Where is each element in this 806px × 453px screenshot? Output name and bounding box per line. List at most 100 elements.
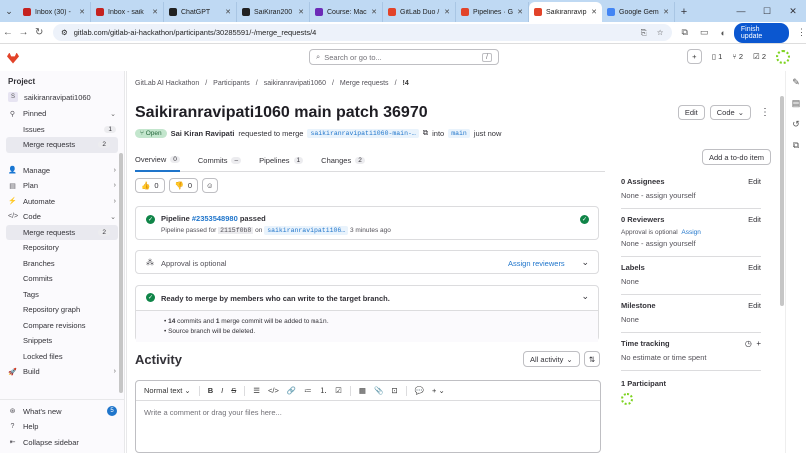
- sidebar-item-issues[interactable]: Issues 1: [0, 122, 124, 138]
- main-scrollbar[interactable]: [780, 96, 784, 306]
- sidebar-item-repository[interactable]: Repository: [0, 240, 124, 256]
- chevron-down-icon[interactable]: ⌄: [581, 291, 589, 302]
- todo-count-button[interactable]: ☑ 2: [753, 52, 766, 61]
- code-dropdown-button[interactable]: Code ⌄: [709, 105, 751, 120]
- sidebar-item-repository-graph[interactable]: Repository graph: [0, 302, 124, 318]
- sidebar-item-plan[interactable]: ▤ Plan ›: [0, 178, 124, 194]
- more-insert-icon[interactable]: + ⌄: [432, 386, 445, 395]
- site-info-icon[interactable]: ⚙: [61, 28, 68, 37]
- sidebar-item-automate[interactable]: ⚡ Automate ›: [0, 194, 124, 210]
- sidebar-scrollbar[interactable]: [119, 153, 123, 393]
- back-icon[interactable]: ←: [0, 27, 16, 38]
- pipeline-branch-link[interactable]: saikiranravipati106…: [264, 226, 349, 235]
- thumbs-up-button[interactable]: 👍 0: [135, 178, 165, 193]
- sidebar-item-snippets[interactable]: Snippets: [0, 333, 124, 349]
- add-todo-button[interactable]: Add a to-do item: [701, 149, 771, 165]
- browser-tab[interactable]: ChatGPT ✕: [164, 2, 237, 22]
- attach-icon[interactable]: 📎: [374, 386, 383, 395]
- comment-template-icon[interactable]: 💬: [415, 386, 424, 395]
- pipeline-id-link[interactable]: #2353548980: [192, 214, 238, 223]
- extensions-icon[interactable]: ⧉: [682, 27, 688, 38]
- browser-tab[interactable]: Saikiranravip ✕: [529, 2, 602, 22]
- project-switcher[interactable]: S saikiranravipati1060: [0, 88, 124, 106]
- bullet-list-icon[interactable]: ≔: [304, 386, 312, 395]
- sidebar-item-manage[interactable]: 👤 Manage ›: [0, 163, 124, 179]
- browser-tab[interactable]: Inbox (30) - ✕: [18, 2, 91, 22]
- sort-direction-button[interactable]: ⇅: [584, 351, 600, 367]
- reviewers-assign-link[interactable]: Assign: [681, 229, 701, 236]
- tab-close-icon[interactable]: ✕: [517, 8, 523, 16]
- assignees-value[interactable]: None - assign yourself: [621, 191, 761, 200]
- table-icon[interactable]: ▦: [359, 386, 366, 395]
- labels-edit-button[interactable]: Edit: [748, 263, 761, 272]
- chevron-down-icon[interactable]: ⌄: [581, 257, 589, 268]
- pipeline-stage-status-icon[interactable]: ✓: [580, 215, 589, 224]
- browser-tab[interactable]: Google Gem ✕: [602, 2, 675, 22]
- task-list-icon[interactable]: ☑: [335, 386, 342, 395]
- notes-icon[interactable]: ▤: [792, 98, 801, 109]
- sidebar-item-branches[interactable]: Branches: [0, 256, 124, 272]
- copy-icon[interactable]: ⧉: [793, 140, 799, 151]
- history-icon[interactable]: ↺: [792, 119, 800, 130]
- issues-count-button[interactable]: ▯ 1: [712, 52, 722, 61]
- copy-icon[interactable]: ⧉: [423, 128, 428, 138]
- milestone-edit-button[interactable]: Edit: [748, 301, 761, 310]
- edit-button[interactable]: Edit: [677, 105, 705, 120]
- sidebar-item-compare-revisions[interactable]: Compare revisions: [0, 318, 124, 334]
- tab-pipelines[interactable]: Pipelines 1: [259, 150, 304, 172]
- mr-count-button[interactable]: ⑂ 2: [732, 52, 743, 61]
- tab-close-icon[interactable]: ✕: [79, 8, 85, 16]
- bookmark-star-icon[interactable]: ☆: [657, 28, 664, 38]
- sidebar-item-tags[interactable]: Tags: [0, 287, 124, 303]
- tab-changes[interactable]: Changes 2: [321, 150, 365, 172]
- create-new-button[interactable]: +: [686, 49, 702, 64]
- link-icon[interactable]: 🔗: [287, 386, 296, 395]
- participant-avatar[interactable]: [621, 393, 633, 405]
- whats-new-button[interactable]: ⊛ What's new 5: [0, 404, 125, 420]
- bold-icon[interactable]: B: [208, 386, 213, 395]
- tab-close-icon[interactable]: ✕: [663, 8, 669, 16]
- breadcrumb-current[interactable]: !4: [403, 80, 409, 87]
- italic-icon[interactable]: I: [221, 386, 223, 395]
- tab-close-icon[interactable]: ✕: [591, 8, 597, 16]
- code-icon[interactable]: </>: [268, 386, 279, 395]
- profile-icon[interactable]: ◐: [720, 28, 725, 38]
- author-link[interactable]: Sai Kiran Ravipati: [171, 129, 235, 138]
- new-tab-button[interactable]: +: [675, 2, 693, 22]
- source-branch[interactable]: saikiranravipati1060-main-…: [307, 128, 419, 138]
- reload-icon[interactable]: ↻: [31, 27, 47, 38]
- tab-close-icon[interactable]: ✕: [225, 8, 231, 16]
- tab-overview[interactable]: Overview 0: [135, 150, 180, 172]
- activity-filter-dropdown[interactable]: All activity ⌄: [523, 351, 580, 367]
- tab-search-icon[interactable]: ⌄: [0, 0, 18, 22]
- sidebar-item-merge-requests[interactable]: Merge requests 2: [6, 224, 118, 240]
- assign-reviewers-link[interactable]: Assign reviewers: [508, 259, 565, 268]
- browser-tab[interactable]: SaiKiran200 ✕: [237, 2, 310, 22]
- tab-close-icon[interactable]: ✕: [152, 8, 158, 16]
- maximize-icon[interactable]: ☐: [754, 0, 780, 22]
- more-actions-icon[interactable]: ⋮: [756, 107, 774, 118]
- thumbs-down-button[interactable]: 👎 0: [168, 178, 199, 193]
- reviewers-edit-button[interactable]: Edit: [748, 215, 761, 224]
- commit-sha-link[interactable]: 2115f0b8: [218, 227, 254, 234]
- target-branch[interactable]: main: [448, 128, 470, 138]
- comment-input[interactable]: Write a comment or drag your files here.…: [136, 401, 600, 424]
- collapse-sidebar-button[interactable]: ⇤ Collapse sidebar: [0, 435, 125, 451]
- forward-icon[interactable]: →: [16, 27, 32, 38]
- tab-close-icon[interactable]: ✕: [371, 8, 377, 16]
- sidebar-item-commits[interactable]: Commits: [0, 271, 124, 287]
- sidebar-item-locked-files[interactable]: Locked files: [0, 349, 124, 365]
- sidebar-item-pinned-merge-requests[interactable]: Merge requests 2: [6, 137, 118, 153]
- breadcrumb-item[interactable]: Merge requests: [340, 80, 389, 87]
- browser-tab[interactable]: GitLab Duo / ✕: [383, 2, 456, 22]
- browser-tab[interactable]: Pipelines · Gi ✕: [456, 2, 529, 22]
- reviewers-value[interactable]: None - assign yourself: [621, 239, 761, 248]
- browser-tab[interactable]: Inbox - saik ✕: [91, 2, 164, 22]
- text-format-dropdown[interactable]: Normal text ⌄: [144, 386, 191, 395]
- install-icon[interactable]: ⎘: [641, 28, 647, 38]
- browser-tab[interactable]: Course: Mac ✕: [310, 2, 383, 22]
- details-icon[interactable]: ⊡: [391, 386, 397, 395]
- minimize-icon[interactable]: —: [728, 0, 754, 22]
- breadcrumb-item[interactable]: GitLab AI Hackathon: [135, 80, 199, 87]
- breadcrumb-item[interactable]: saikiranravipati1060: [264, 80, 326, 87]
